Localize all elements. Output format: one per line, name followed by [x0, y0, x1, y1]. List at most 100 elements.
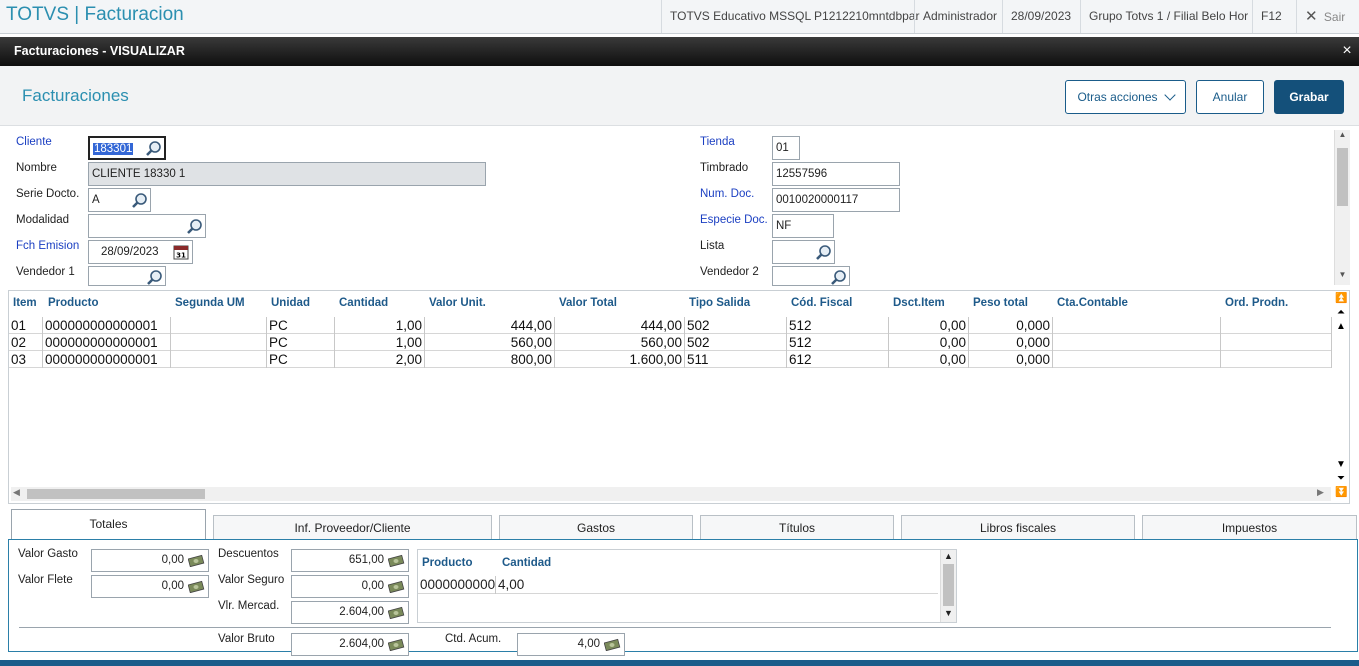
- user-label[interactable]: Administrador: [914, 0, 1005, 33]
- tab-inf-proveedor-cliente[interactable]: Inf. Proveedor/Cliente: [213, 515, 492, 539]
- cell-tipo-salida[interactable]: 502: [685, 317, 787, 334]
- cell-valor-unit[interactable]: 800,00: [425, 351, 555, 368]
- money-icon[interactable]: [604, 638, 621, 651]
- cell-cod-fiscal[interactable]: 512: [787, 317, 889, 334]
- save-button[interactable]: Grabar: [1274, 80, 1344, 114]
- tienda-input[interactable]: 01: [772, 136, 800, 160]
- exit-button[interactable]: ✕ Sair: [1296, 0, 1359, 33]
- cell-peso-total[interactable]: 0,000: [969, 334, 1053, 351]
- cell-peso-total[interactable]: 0,000: [969, 317, 1053, 334]
- cell-ord-prodn[interactable]: [1221, 334, 1332, 351]
- summary-scrollbar[interactable]: ▲ ▼: [940, 550, 956, 622]
- scroll-down-icon[interactable]: ▼: [1335, 459, 1347, 470]
- vendedor1-input[interactable]: [88, 266, 166, 286]
- cell-cantidad[interactable]: 1,00: [335, 334, 425, 351]
- cell-ord-prodn[interactable]: [1221, 351, 1332, 368]
- grid-scrollbar-thumb[interactable]: [27, 489, 205, 499]
- tab-impuestos[interactable]: Impuestos: [1142, 515, 1357, 539]
- cell-segunda-um[interactable]: [171, 351, 267, 368]
- table-row[interactable]: 000000000000001 4,00: [418, 576, 938, 594]
- table-row[interactable]: 03 000000000000001 PC 2,00 800,00 1.600,00 511…: [9, 351, 1332, 368]
- scroll-left-arrow-icon[interactable]: ◀: [13, 487, 20, 498]
- column-header-cantidad[interactable]: Cantidad: [339, 297, 388, 309]
- cell-valor-unit[interactable]: 444,00: [425, 317, 555, 334]
- column-header-item[interactable]: Item: [13, 297, 37, 309]
- cell-unidad[interactable]: PC: [267, 317, 335, 334]
- serie-input[interactable]: A: [88, 188, 151, 212]
- search-icon[interactable]: [131, 192, 148, 209]
- dialog-close-button[interactable]: ×: [1339, 42, 1355, 60]
- column-header-ord-prodn[interactable]: Ord. Prodn.: [1225, 297, 1288, 309]
- cell-cta-contable[interactable]: [1053, 351, 1221, 368]
- cell-valor-total[interactable]: 560,00: [555, 334, 685, 351]
- cell-ord-prodn[interactable]: [1221, 317, 1332, 334]
- cell-cantidad[interactable]: 1,00: [335, 317, 425, 334]
- scroll-right-arrow-icon[interactable]: ▶: [1317, 487, 1324, 498]
- modalidad-input[interactable]: [88, 214, 206, 238]
- column-header-cantidad[interactable]: Cantidad: [502, 557, 551, 569]
- scroll-down-arrow-icon[interactable]: ▼: [941, 608, 956, 618]
- cell-dsct-item[interactable]: 0,00: [889, 351, 969, 368]
- cancel-button[interactable]: Anular: [1196, 80, 1264, 114]
- scroll-bottom-icon[interactable]: ⏬: [1335, 487, 1347, 498]
- column-header-valor-unit[interactable]: Valor Unit.: [429, 297, 486, 309]
- cell-tipo-salida[interactable]: 511: [685, 351, 787, 368]
- column-header-segunda-um[interactable]: Segunda UM: [175, 297, 245, 309]
- timbrado-input[interactable]: 12557596: [772, 162, 900, 186]
- cell-cta-contable[interactable]: [1053, 317, 1221, 334]
- scroll-top-icon[interactable]: ⏫: [1335, 293, 1347, 304]
- especie-input[interactable]: NF: [772, 214, 834, 238]
- page-down-icon[interactable]: ⏷: [1335, 473, 1347, 484]
- money-icon[interactable]: [388, 580, 405, 593]
- cell-valor-unit[interactable]: 560,00: [425, 334, 555, 351]
- cell-cod-fiscal[interactable]: 512: [787, 334, 889, 351]
- cliente-input[interactable]: 183301: [88, 136, 166, 160]
- scroll-up-icon[interactable]: ▲: [1335, 321, 1347, 332]
- tab-titulos[interactable]: Títulos: [700, 515, 894, 539]
- fch-emision-input[interactable]: 28/09/2023 31: [88, 240, 193, 264]
- search-icon[interactable]: [146, 269, 163, 286]
- cell-item[interactable]: 01: [9, 317, 43, 334]
- search-icon[interactable]: [830, 269, 847, 286]
- cell-valor-total[interactable]: 444,00: [555, 317, 685, 334]
- form-scrollbar-thumb[interactable]: [1337, 148, 1348, 206]
- other-actions-button[interactable]: Otras acciones: [1065, 80, 1186, 114]
- column-header-dsct-item[interactable]: Dsct.Item: [893, 297, 945, 309]
- vendedor2-input[interactable]: [772, 266, 850, 286]
- cell-producto[interactable]: 000000000000001: [43, 317, 171, 334]
- summary-scrollbar-thumb[interactable]: [943, 564, 954, 606]
- cell-dsct-item[interactable]: 0,00: [889, 317, 969, 334]
- cell-tipo-salida[interactable]: 502: [685, 334, 787, 351]
- f12-shortcut[interactable]: F12: [1252, 0, 1290, 33]
- search-icon[interactable]: [815, 244, 832, 261]
- group-label[interactable]: Grupo Totvs 1 / Filial Belo Hor: [1080, 0, 1256, 33]
- tab-libros-fiscales[interactable]: Libros fiscales: [901, 515, 1135, 539]
- money-icon[interactable]: [388, 554, 405, 567]
- lista-input[interactable]: [772, 240, 835, 264]
- search-icon[interactable]: [145, 140, 162, 157]
- money-icon[interactable]: [188, 580, 205, 593]
- tab-totales[interactable]: Totales: [11, 509, 206, 540]
- cell-segunda-um[interactable]: [171, 334, 267, 351]
- num-doc-input[interactable]: 0010020000117: [772, 188, 900, 212]
- calendar-icon[interactable]: 31: [173, 244, 189, 260]
- cell-peso-total[interactable]: 0,000: [969, 351, 1053, 368]
- scroll-up-arrow-icon[interactable]: ▲: [941, 551, 956, 561]
- cell-cta-contable[interactable]: [1053, 334, 1221, 351]
- column-header-peso-total[interactable]: Peso total: [973, 297, 1028, 309]
- money-icon[interactable]: [388, 606, 405, 619]
- cell-segunda-um[interactable]: [171, 317, 267, 334]
- column-header-valor-total[interactable]: Valor Total: [559, 297, 617, 309]
- column-header-cta-contable[interactable]: Cta.Contable: [1057, 297, 1128, 309]
- column-header-producto[interactable]: Producto: [422, 557, 472, 569]
- cell-unidad[interactable]: PC: [267, 334, 335, 351]
- column-header-tipo-salida[interactable]: Tipo Salida: [689, 297, 750, 309]
- cell-cantidad[interactable]: 2,00: [335, 351, 425, 368]
- column-header-producto[interactable]: Producto: [48, 297, 98, 309]
- scroll-up-arrow-icon[interactable]: ▲: [1335, 130, 1350, 142]
- cell-cod-fiscal[interactable]: 612: [787, 351, 889, 368]
- form-scrollbar[interactable]: ▲ ▼: [1334, 130, 1350, 285]
- tab-gastos[interactable]: Gastos: [499, 515, 693, 539]
- cell-producto[interactable]: 000000000000001: [43, 334, 171, 351]
- cell-unidad[interactable]: PC: [267, 351, 335, 368]
